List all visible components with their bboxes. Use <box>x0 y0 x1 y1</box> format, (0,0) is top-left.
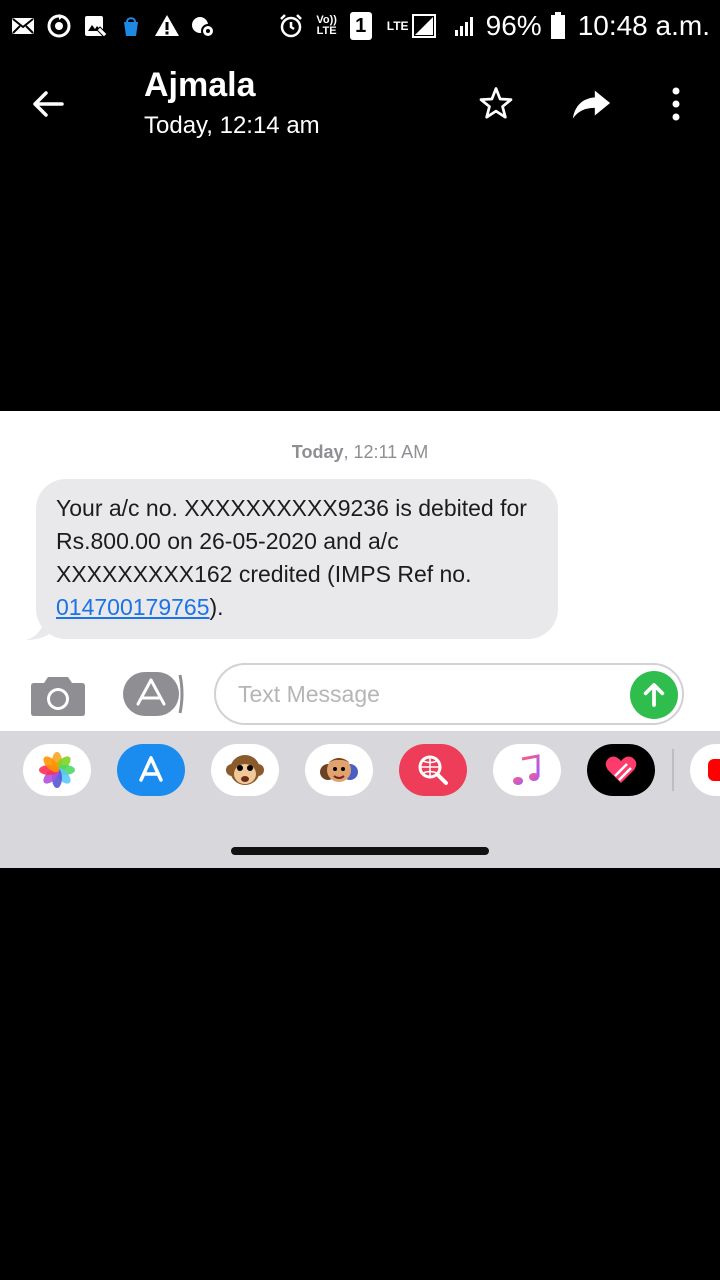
sim-slot-label: 1 <box>355 14 367 37</box>
message-text: Your a/c no. XXXXXXXXXX9236 is debited f… <box>56 495 527 587</box>
memoji-monkey-icon <box>226 755 264 785</box>
back-button[interactable] <box>26 82 70 126</box>
message-bubble: Your a/c no. XXXXXXXXXX9236 is debited f… <box>36 479 558 639</box>
camera-icon <box>31 677 85 716</box>
web-search-icon <box>418 755 448 785</box>
warning-icon <box>154 13 180 39</box>
message-end: ). <box>209 594 224 620</box>
home-indicator[interactable] <box>231 847 489 855</box>
timestamp-time: , 12:11 AM <box>343 442 429 462</box>
digital-touch-button[interactable] <box>587 744 655 796</box>
share-icon <box>572 90 611 119</box>
shopping-bag-icon <box>118 13 144 39</box>
battery-icon <box>550 12 566 39</box>
message-composer <box>0 661 720 731</box>
star-button[interactable] <box>474 82 518 126</box>
video-app-button[interactable] <box>690 744 720 796</box>
alarm-icon <box>278 13 304 39</box>
memoji-stickers-button[interactable] <box>305 744 373 796</box>
clock: 10:48 a.m. <box>577 10 710 41</box>
sync-icon <box>46 13 72 39</box>
text-message-input[interactable] <box>214 663 684 725</box>
status-bar: Vo)) LTE 1 LTE 96% 10:48 a.m. <box>0 0 720 52</box>
status-bar-right: Vo)) LTE 1 LTE 96% 10:48 a.m. <box>278 10 710 42</box>
photos-app-button[interactable] <box>23 744 91 796</box>
conversation-timestamp: Today, 12:11 AM <box>0 442 720 463</box>
app-bar: Ajmala Today, 12:14 am <box>0 52 720 152</box>
mail-icon <box>10 13 36 39</box>
status-bar-left <box>10 13 216 39</box>
up-arrow-icon <box>643 683 665 707</box>
more-options-button[interactable] <box>654 82 698 126</box>
more-vert-icon <box>672 87 680 121</box>
app-store-icon <box>123 672 184 716</box>
imps-ref-link[interactable]: 014700179765 <box>56 594 210 620</box>
image-icon <box>82 13 108 39</box>
message-date: Today, 12:14 am <box>144 112 320 139</box>
video-app-icon <box>708 759 720 781</box>
app-store-button[interactable] <box>122 671 184 717</box>
photos-app-icon <box>39 752 75 788</box>
send-button[interactable] <box>630 671 678 719</box>
cloud-settings-icon <box>190 13 216 39</box>
music-icon <box>513 754 540 785</box>
music-button[interactable] <box>493 744 561 796</box>
volte-sub-label: LTE <box>316 25 337 37</box>
digital-touch-icon <box>605 756 637 783</box>
camera-button[interactable] <box>30 673 86 717</box>
lte-label: LTE <box>386 18 409 33</box>
battery-percent: 96% <box>485 10 542 41</box>
back-arrow-icon <box>33 91 64 117</box>
signal-icon <box>452 13 478 39</box>
contact-name: Ajmala <box>144 66 256 104</box>
app-drawer <box>0 731 720 868</box>
drawer-divider <box>672 749 674 791</box>
share-button[interactable] <box>569 82 613 126</box>
memoji-stickers-icon <box>320 758 358 782</box>
app-store-app-icon <box>139 756 163 782</box>
star-icon <box>479 87 513 119</box>
attached-screenshot[interactable]: Today, 12:11 AM Your a/c no. XXXXXXXXXX9… <box>0 411 720 868</box>
timestamp-day: Today <box>291 442 344 462</box>
app-store-app-button[interactable] <box>117 744 185 796</box>
web-search-button[interactable] <box>399 744 467 796</box>
lte-icon: LTE <box>380 13 444 39</box>
memoji-monkey-button[interactable] <box>211 744 279 796</box>
volte-icon: Vo)) LTE <box>312 13 342 39</box>
sim-icon: 1 <box>349 12 372 40</box>
